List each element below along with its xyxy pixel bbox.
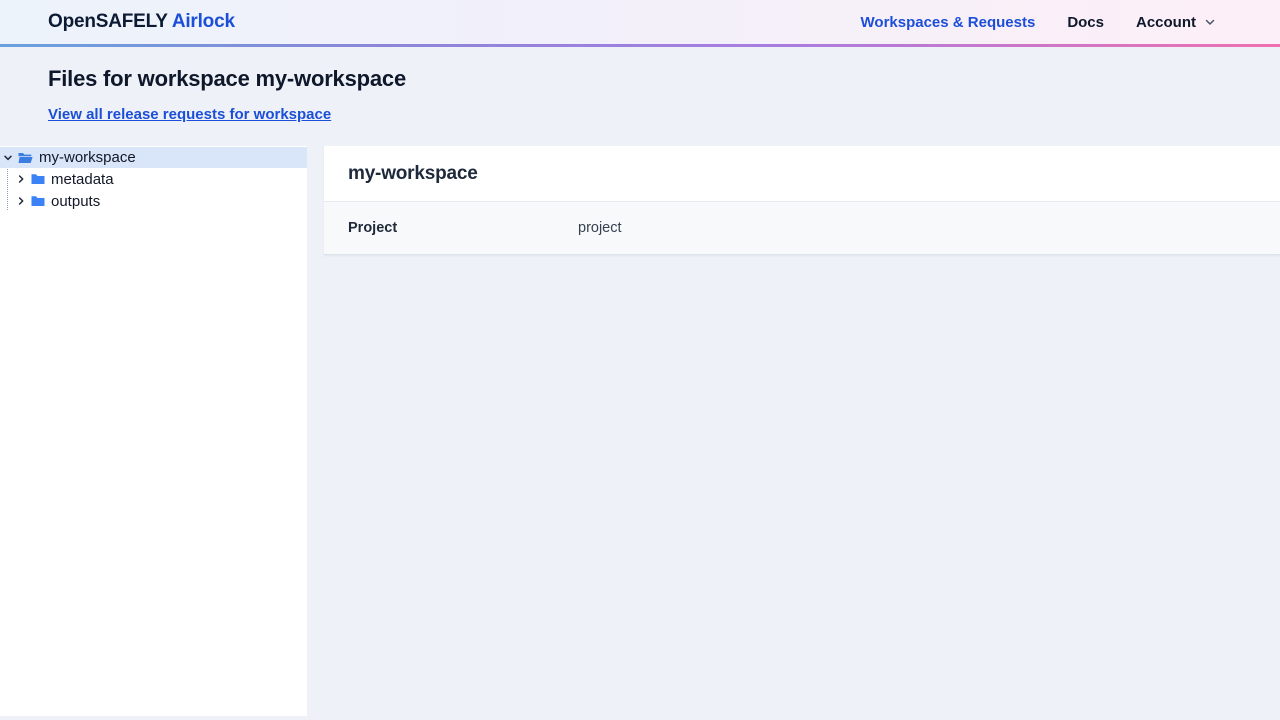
- page-title: Files for workspace my-workspace: [48, 66, 1232, 92]
- tree-item-label: my-workspace: [39, 147, 136, 168]
- view-release-requests-link[interactable]: View all release requests for workspace: [48, 106, 331, 123]
- nav-links: Workspaces & Requests Docs Account: [861, 14, 1216, 31]
- tree-item-label: metadata: [51, 169, 114, 190]
- workspace-card-title: my-workspace: [348, 163, 1256, 185]
- brand-secondary: Airlock: [172, 11, 235, 32]
- account-menu-button[interactable]: Account: [1136, 14, 1216, 31]
- brand-logo[interactable]: OpenSAFELY Airlock: [48, 11, 235, 33]
- tree-item-my-workspace[interactable]: my-workspace: [0, 147, 307, 168]
- folder-open-icon: [18, 152, 33, 164]
- chevron-right-icon[interactable]: [13, 174, 29, 184]
- file-tree: my-workspace metadata: [0, 146, 307, 212]
- chevron-down-icon: [1204, 16, 1216, 28]
- top-nav: OpenSAFELY Airlock Workspaces & Requests…: [0, 0, 1280, 47]
- tree-children: metadata outputs: [0, 168, 307, 212]
- folder-icon: [31, 195, 45, 207]
- detail-row-project: Project project: [324, 201, 1280, 255]
- chevron-right-icon[interactable]: [13, 196, 29, 206]
- tree-item-label: outputs: [51, 191, 100, 212]
- tree-item-outputs[interactable]: outputs: [0, 190, 307, 212]
- account-menu-label: Account: [1136, 14, 1196, 31]
- content-area: my-workspace metadata: [0, 146, 1280, 716]
- chevron-down-icon[interactable]: [0, 153, 16, 163]
- detail-value: project: [578, 220, 622, 236]
- tree-item-metadata[interactable]: metadata: [0, 168, 307, 190]
- detail-label: Project: [348, 220, 578, 236]
- nav-link-workspaces-requests[interactable]: Workspaces & Requests: [861, 14, 1036, 31]
- workspace-card: my-workspace Project project: [324, 146, 1280, 255]
- file-tree-sidebar: my-workspace metadata: [0, 146, 307, 716]
- nav-link-docs[interactable]: Docs: [1067, 14, 1104, 31]
- workspace-card-header: my-workspace: [324, 146, 1280, 201]
- folder-icon: [31, 173, 45, 185]
- page-header: Files for workspace my-workspace View al…: [0, 47, 1280, 124]
- main-column: my-workspace Project project: [324, 146, 1280, 255]
- brand-primary: OpenSAFELY: [48, 11, 167, 32]
